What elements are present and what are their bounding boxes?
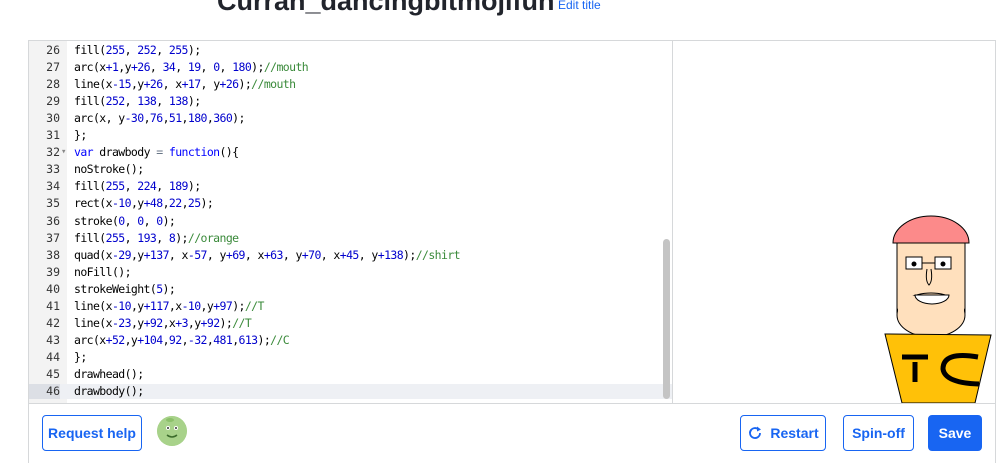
right-eye	[940, 261, 946, 267]
line-number: 36	[46, 213, 60, 228]
code-line[interactable]: 38 quad(x-29,y+137, x-57, y+69, x+63, y+7…	[29, 248, 672, 263]
code-text: };	[74, 349, 87, 364]
code-text: arc(x+52,y+104,92,-32,481,613);//C	[74, 332, 290, 347]
left-eye	[911, 261, 917, 267]
line-number: 44	[46, 349, 60, 364]
request-help-button[interactable]: Request help	[42, 415, 142, 451]
restart-label: Restart	[770, 425, 819, 441]
line-number: 43	[46, 332, 60, 347]
line-number: 30	[46, 111, 60, 126]
code-text: fill(255, 252, 255);	[74, 43, 201, 57]
line-number: 42	[46, 315, 60, 330]
code-text: line(x-10,y+117,x-10,y+97);//T	[74, 298, 264, 313]
code-line[interactable]: 41 line(x-10,y+117,x-10,y+97);//T	[29, 299, 672, 314]
program-frame: 26 fill(255, 252, 255); 27 arc(x+1,y+26, 34…	[28, 40, 996, 464]
line-number: 45	[46, 366, 60, 381]
code-line[interactable]: 26 fill(255, 252, 255);	[29, 43, 672, 58]
code-line[interactable]: 35 rect(x-10,y+48,22,25);	[29, 196, 672, 211]
code-line[interactable]: 32 ▾ var drawbody = function(){	[29, 145, 672, 160]
line-number: 26	[46, 43, 60, 57]
line-number: 38	[46, 247, 60, 262]
code-text: noStroke();	[74, 162, 144, 177]
code-line[interactable]: 36 stroke(0, 0, 0);	[29, 214, 672, 229]
edit-title-link[interactable]: Edit title	[558, 0, 601, 12]
line-number: 35	[46, 196, 60, 211]
code-line[interactable]: 29 fill(252, 138, 138);	[29, 94, 672, 109]
code-line[interactable]: 40 strokeWeight(5);	[29, 282, 672, 297]
restart-button[interactable]: Restart	[740, 415, 826, 451]
code-line[interactable]: 27 arc(x+1,y+26, 34, 19, 0, 180);//mouth	[29, 60, 672, 75]
save-button[interactable]: Save	[928, 415, 982, 451]
line-number: 28	[46, 77, 60, 92]
code-text: fill(255, 193, 8);//orange	[74, 230, 239, 245]
output-canvas[interactable]	[673, 41, 995, 403]
code-line[interactable]: 34 fill(255, 224, 189);	[29, 179, 672, 194]
page-title: Curran_dancingbitmojifun	[217, 0, 555, 16]
line-number: 37	[46, 230, 60, 245]
code-text: line(x-15,y+26, x+17, y+26);//mouth	[74, 77, 296, 92]
title-row: Curran_dancingbitmojifun Edit title	[0, 0, 1000, 26]
code-text: var drawbody = function(){	[74, 145, 239, 160]
code-line[interactable]: 44};	[29, 350, 672, 365]
code-line[interactable]: 46 drawbody();	[29, 384, 672, 400]
line-number: 41	[46, 298, 60, 313]
code-text: arc(x+1,y+26, 34, 19, 0, 180);//mouth	[74, 60, 309, 75]
code-line[interactable]: 31};	[29, 128, 672, 143]
code-text: };	[74, 128, 87, 143]
code-line[interactable]: 45 drawhead();	[29, 367, 672, 382]
line-number: 27	[46, 60, 60, 75]
code-line[interactable]: 37 fill(255, 193, 8);//orange	[29, 231, 672, 246]
code-line[interactable]: 30 arc(x, y-30,76,51,180,360);	[29, 111, 672, 126]
line-number: 34	[46, 179, 60, 194]
avatar-icon	[157, 416, 187, 446]
canvas-drawing	[884, 215, 992, 403]
code-text: quad(x-29,y+137, x-57, y+69, x+63, y+70,…	[74, 247, 461, 262]
code-text: arc(x, y-30,76,51,180,360);	[74, 111, 245, 126]
code-line[interactable]: 28 line(x-15,y+26, x+17, y+26);//mouth	[29, 77, 672, 92]
refresh-icon	[749, 426, 762, 439]
code-text: fill(255, 224, 189);	[74, 179, 201, 194]
line-number: 33	[46, 162, 60, 177]
fold-arrow-icon[interactable]: ▾	[61, 145, 66, 160]
code-text: drawhead();	[74, 366, 144, 381]
code-text: rect(x-10,y+48,22,25);	[74, 196, 214, 211]
line-number: 29	[46, 94, 60, 109]
code-line[interactable]: 43 arc(x+52,y+104,92,-32,481,613);//C	[29, 333, 672, 348]
avatar[interactable]	[157, 416, 187, 446]
line-number: 39	[46, 264, 60, 279]
code-editor[interactable]: 26 fill(255, 252, 255); 27 arc(x+1,y+26, 34…	[29, 41, 672, 403]
spinoff-button[interactable]: Spin-off	[843, 415, 914, 451]
editor-scrollbar[interactable]	[663, 239, 670, 399]
bottom-toolbar: Request help Restart Spin-off Save	[29, 403, 995, 464]
code-text: noFill();	[74, 264, 132, 279]
code-text: line(x-23,y+92,x+3,y+92);//T	[74, 315, 252, 330]
code-text: strokeWeight(5);	[74, 281, 176, 296]
code-text: stroke(0, 0, 0);	[74, 213, 176, 228]
code-line[interactable]: 39 noFill();	[29, 265, 672, 280]
code-line[interactable]: 33 noStroke();	[29, 162, 672, 177]
line-number: 32	[46, 145, 60, 160]
code-text: drawbody();	[74, 384, 144, 398]
line-number: 40	[46, 281, 60, 296]
code-line[interactable]: 42 line(x-23,y+92,x+3,y+92);//T	[29, 316, 672, 331]
line-number: 46	[29, 384, 60, 400]
hat-shape	[892, 215, 970, 244]
shirt-shape	[884, 333, 992, 403]
line-number: 31	[46, 128, 60, 143]
code-text: fill(252, 138, 138);	[74, 94, 201, 109]
